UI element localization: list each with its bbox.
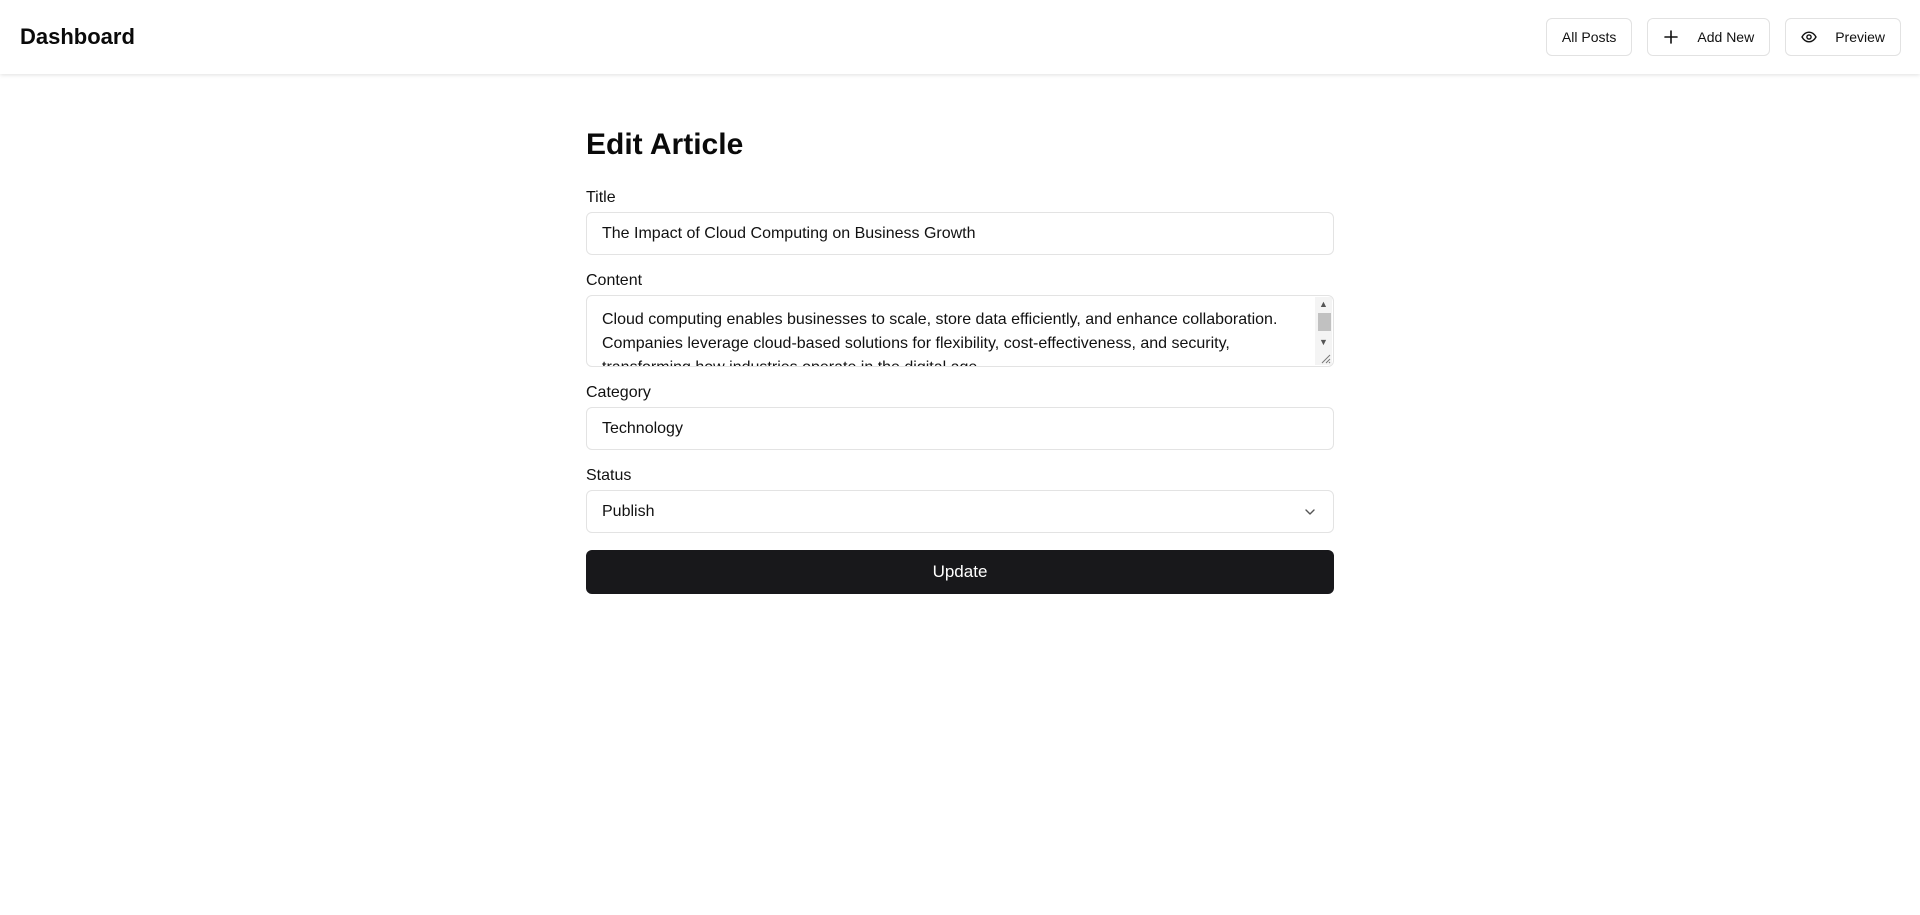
status-label: Status bbox=[586, 467, 632, 484]
top-nav: All Posts Add New Preview bbox=[1545, 18, 1901, 56]
content-text: Cloud computing enables businesses to sc… bbox=[602, 311, 1278, 366]
status-field: Status Publish bbox=[586, 467, 1334, 533]
chevron-down-icon bbox=[1305, 508, 1315, 515]
preview-button[interactable]: Preview bbox=[1785, 18, 1901, 56]
status-select[interactable]: Publish bbox=[586, 490, 1334, 533]
add-new-button[interactable]: Add New bbox=[1647, 18, 1771, 56]
eye-icon bbox=[1801, 29, 1817, 45]
category-field: Category Technology bbox=[586, 384, 1334, 450]
scroll-thumb[interactable] bbox=[1318, 313, 1331, 331]
update-button[interactable]: Update bbox=[586, 550, 1334, 594]
status-value: Publish bbox=[602, 502, 655, 520]
category-input[interactable]: Technology bbox=[586, 407, 1334, 450]
title-input[interactable]: The Impact of Cloud Computing on Busines… bbox=[586, 212, 1334, 255]
scroll-up-icon[interactable]: ▲ bbox=[1315, 297, 1332, 311]
add-new-label: Add New bbox=[1697, 29, 1755, 45]
edit-article-form: Edit Article Title The Impact of Cloud C… bbox=[586, 128, 1334, 594]
brand-title: Dashboard bbox=[20, 24, 135, 49]
resize-grip-icon[interactable] bbox=[1319, 352, 1331, 364]
title-label: Title bbox=[586, 189, 616, 206]
all-posts-button[interactable]: All Posts bbox=[1545, 18, 1633, 56]
category-label: Category bbox=[586, 384, 651, 401]
top-bar: Dashboard All Posts Add New Preview bbox=[0, 0, 1920, 74]
content-textarea[interactable]: Cloud computing enables businesses to sc… bbox=[586, 295, 1334, 367]
scroll-down-icon[interactable]: ▼ bbox=[1315, 335, 1332, 349]
preview-label: Preview bbox=[1835, 29, 1885, 45]
content-label: Content bbox=[586, 272, 643, 289]
title-field: Title The Impact of Cloud Computing on B… bbox=[586, 189, 1334, 255]
all-posts-label: All Posts bbox=[1561, 29, 1617, 45]
content-field: Content Cloud computing enables business… bbox=[586, 272, 1334, 367]
plus-icon bbox=[1663, 29, 1679, 45]
page-title: Edit Article bbox=[586, 128, 744, 161]
